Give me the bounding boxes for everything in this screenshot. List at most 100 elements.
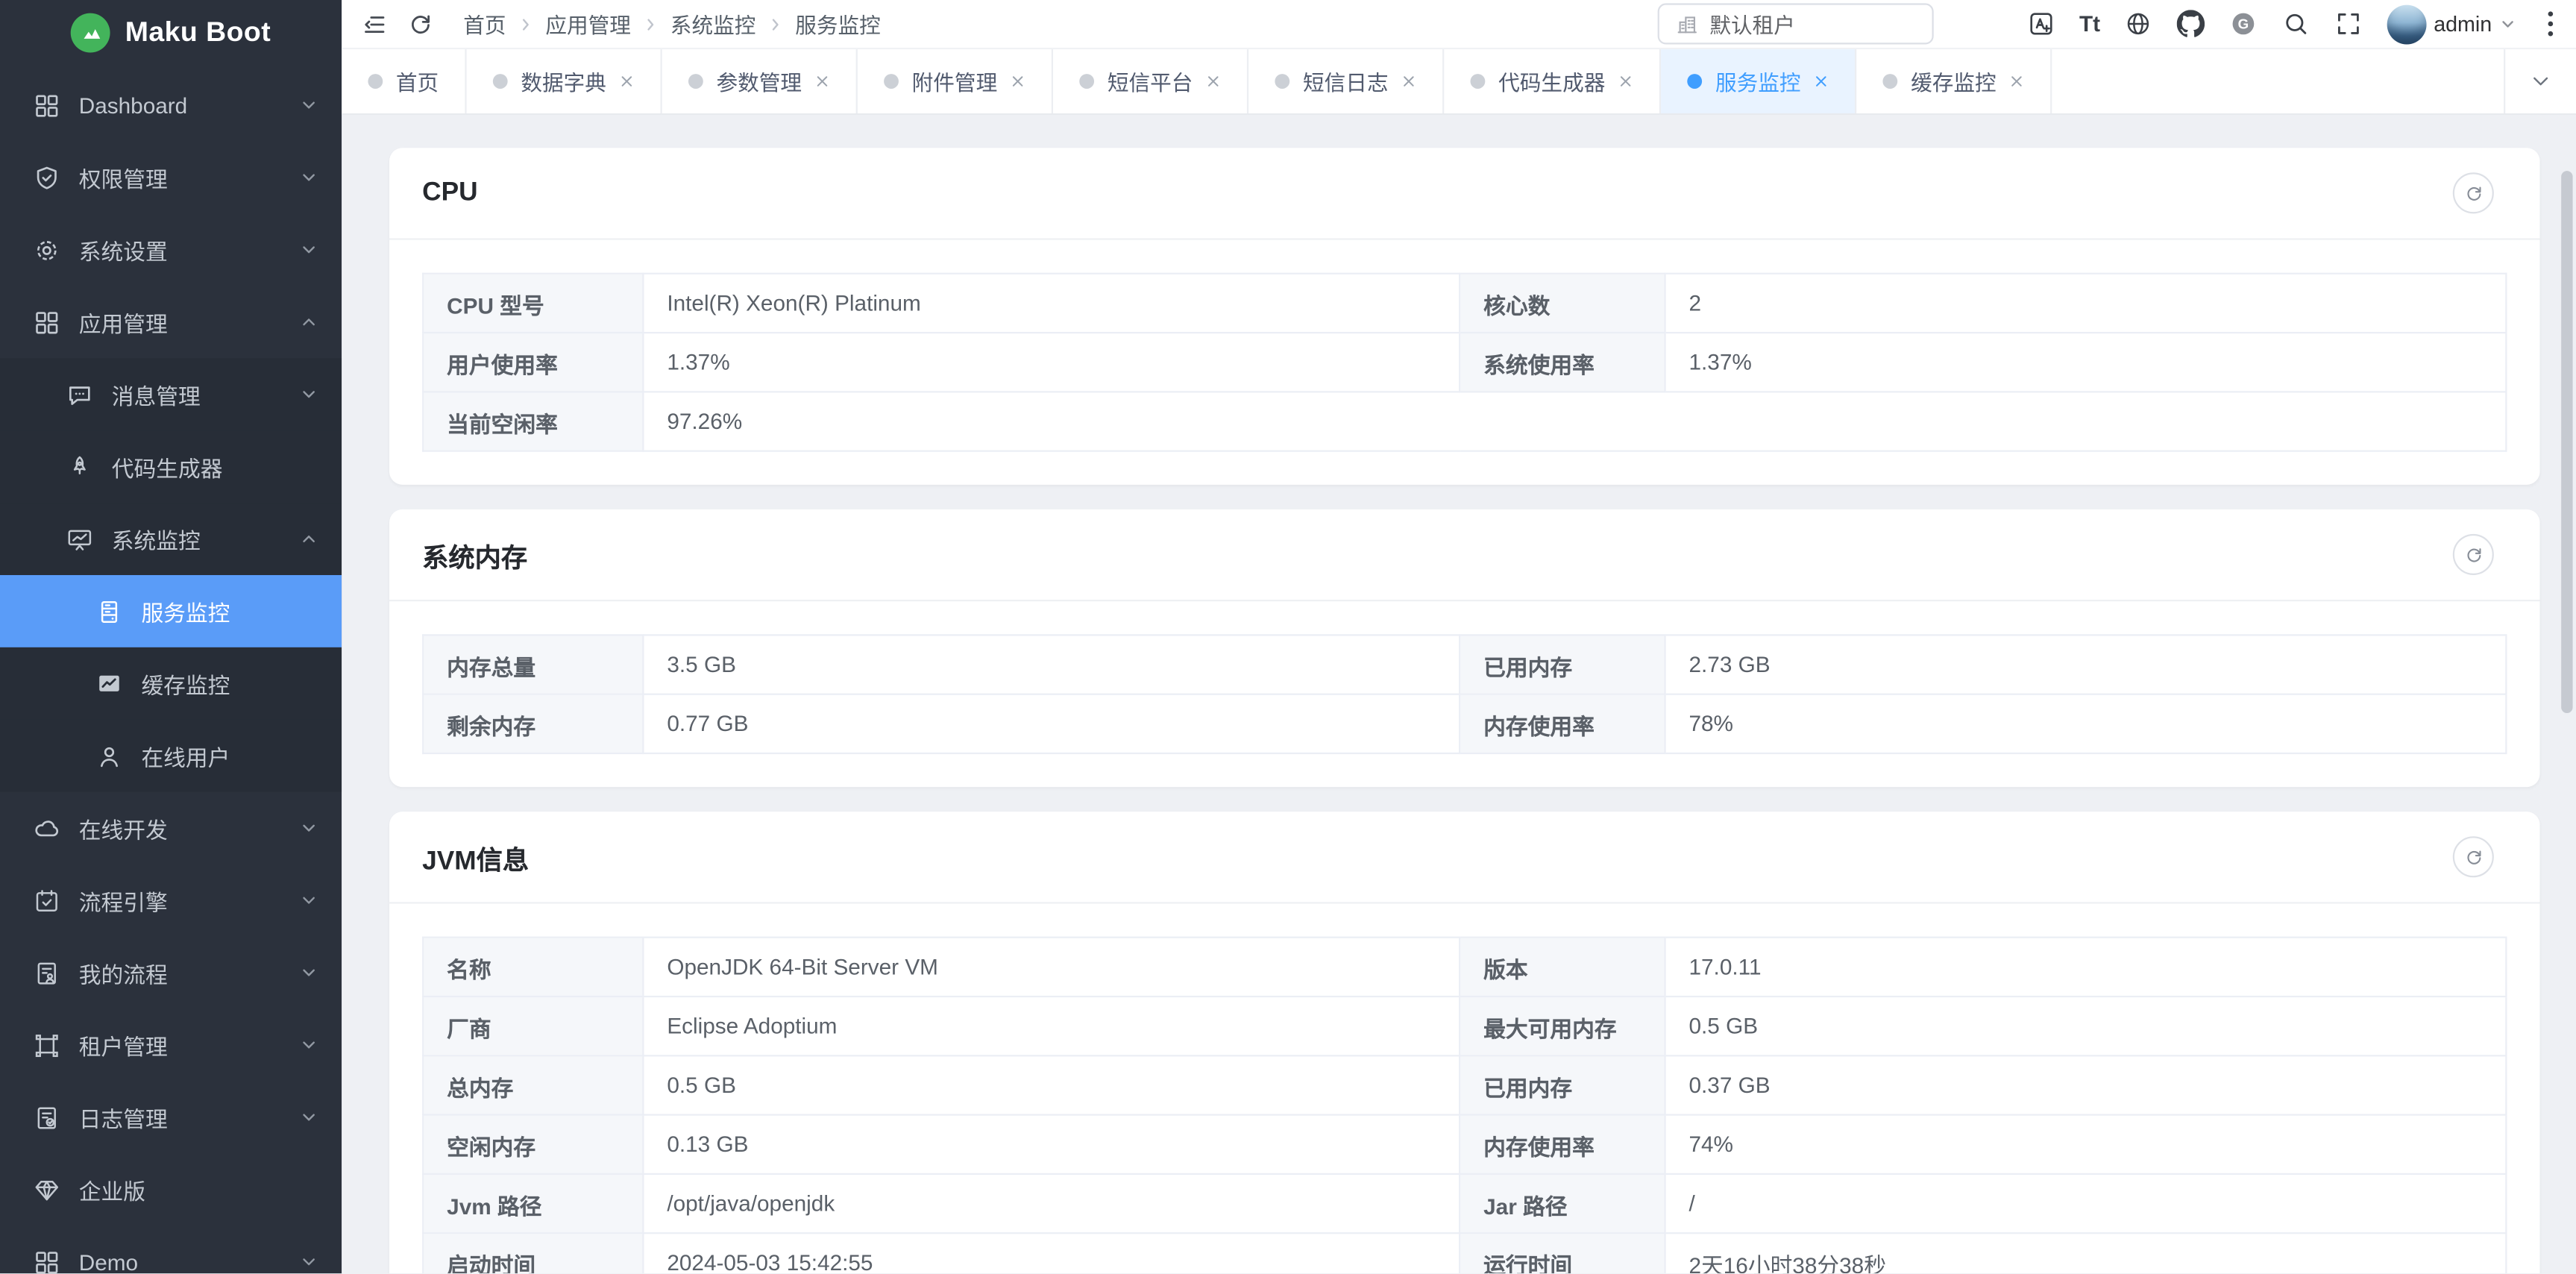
font-size-icon[interactable]: Tt (2079, 13, 2100, 35)
card-title: JVM信息 (422, 837, 2453, 876)
table-label-cell: 厂商 (423, 997, 643, 1055)
search-icon[interactable] (2283, 10, 2310, 37)
sidebar-item-cache-monitor[interactable]: 缓存监控 (0, 647, 342, 720)
tab-sms-platform[interactable]: 短信平台 (1053, 49, 1248, 113)
tab-dot (368, 74, 383, 89)
sidebar-item-code-generator[interactable]: 代码生成器 (0, 430, 342, 503)
close-icon[interactable] (1011, 74, 1025, 89)
tab-label: 数据字典 (521, 66, 606, 97)
frame-icon (33, 1031, 60, 1058)
card-body: CPU 型号 Intel(R) Xeon(R) Platinum 核心数 2 用… (389, 240, 2539, 485)
card-refresh-button[interactable] (2453, 534, 2494, 575)
table-row: 名称 OpenJDK 64-Bit Server VM 版本 17.0.11 (423, 938, 2506, 997)
table-value-cell: 2 (1665, 274, 2507, 333)
close-icon[interactable] (1401, 74, 1416, 89)
table-value-cell: 2天16小时38分38秒 (1665, 1233, 2507, 1273)
table-label-cell: 已用内存 (1460, 1055, 1665, 1114)
table-label-cell: 内存使用率 (1460, 694, 1665, 753)
table-row: Jvm 路径 /opt/java/openjdk Jar 路径 / (423, 1174, 2506, 1233)
caret-down-icon (2498, 15, 2516, 33)
translate-icon[interactable] (2026, 10, 2054, 37)
github-icon[interactable] (2178, 10, 2205, 37)
sidebar-menu: Dashboard 权限管理 系统设置 应用管理 消息管理 (0, 69, 342, 1274)
card-refresh-button[interactable] (2453, 172, 2494, 213)
chevron-right-icon (642, 16, 659, 32)
memory-table: 内存总量 3.5 GB 已用内存 2.73 GB 剩余内存 0.77 GB 内存… (422, 634, 2507, 754)
table-value-cell: Eclipse Adoptium (643, 997, 1460, 1055)
tab-service-monitor[interactable]: 服务监控 (1661, 49, 1856, 113)
close-icon[interactable] (620, 74, 635, 89)
fold-icon[interactable] (362, 10, 388, 37)
close-icon[interactable] (815, 74, 830, 89)
sidebar-item-label: 在线用户 (141, 739, 318, 772)
tab-home[interactable]: 首页 (342, 49, 466, 113)
tab-dot (688, 74, 703, 89)
app-title: Maku Boot (125, 16, 271, 49)
close-icon[interactable] (2009, 74, 2024, 89)
tab-label: 短信日志 (1303, 66, 1389, 97)
tab-label: 参数管理 (716, 66, 802, 97)
app-logo: Maku Boot (0, 0, 342, 66)
sidebar-item-log-management[interactable]: 日志管理 (0, 1081, 342, 1153)
breadcrumb-item[interactable]: 系统监控 (670, 8, 756, 40)
tab-dot (884, 74, 899, 89)
monitor-chart-icon (66, 525, 93, 553)
tab-sms-log[interactable]: 短信日志 (1248, 49, 1444, 113)
sidebar-item-system-settings[interactable]: 系统设置 (0, 213, 342, 286)
tab-code-generator[interactable]: 代码生成器 (1444, 49, 1661, 113)
sidebar-item-online-dev[interactable]: 在线开发 (0, 792, 342, 865)
chevron-down-icon (299, 1108, 318, 1127)
sidebar-item-app-management[interactable]: 应用管理 (0, 286, 342, 358)
sidebar-item-service-monitor[interactable]: 服务监控 (0, 575, 342, 647)
table-value-cell: 2.73 GB (1665, 635, 2507, 694)
app-root: Maku Boot Dashboard 权限管理 系统设置 应用管理 (0, 0, 2576, 1273)
sidebar-item-workflow-engine[interactable]: 流程引擎 (0, 865, 342, 937)
close-icon[interactable] (1814, 74, 1829, 89)
tab-dropdown-chevron-icon[interactable] (2504, 49, 2576, 113)
card-title: CPU (422, 178, 2453, 208)
card-refresh-button[interactable] (2453, 836, 2494, 877)
cloud-icon (33, 814, 60, 841)
table-label-cell: Jvm 路径 (423, 1174, 643, 1233)
sidebar-item-my-workflow[interactable]: 我的流程 (0, 937, 342, 1009)
table-label-cell: 内存总量 (423, 635, 643, 694)
breadcrumb-item[interactable]: 首页 (463, 8, 506, 40)
sidebar-item-message-management[interactable]: 消息管理 (0, 358, 342, 430)
tab-dot (1079, 74, 1094, 89)
breadcrumb-item[interactable]: 服务监控 (795, 8, 881, 40)
gear-icon (33, 236, 60, 263)
sidebar-item-dashboard[interactable]: Dashboard (0, 69, 342, 142)
page-scrollbar-thumb[interactable] (2561, 171, 2572, 713)
sidebar-item-enterprise[interactable]: 企业版 (0, 1153, 342, 1226)
gitee-icon[interactable]: G (2230, 10, 2258, 37)
tenant-select[interactable]: 默认租户 (1657, 3, 1933, 44)
logo-mountain-icon (71, 13, 110, 53)
rocket-icon (66, 453, 93, 480)
avatar[interactable] (2388, 4, 2428, 44)
close-icon[interactable] (1206, 74, 1221, 89)
globe-icon[interactable] (2125, 10, 2152, 37)
chevron-up-icon (299, 313, 318, 332)
close-icon[interactable] (1618, 74, 1633, 89)
sidebar-item-permissions[interactable]: 权限管理 (0, 141, 342, 213)
refresh-icon[interactable] (407, 10, 433, 37)
sidebar-item-online-users[interactable]: 在线用户 (0, 720, 342, 792)
office-building-icon (1675, 13, 1698, 36)
breadcrumb-item[interactable]: 应用管理 (545, 8, 631, 40)
more-vertical-icon[interactable] (2541, 8, 2560, 39)
table-label-cell: 用户使用率 (423, 333, 643, 392)
cpu-table: CPU 型号 Intel(R) Xeon(R) Platinum 核心数 2 用… (422, 273, 2507, 452)
sidebar-item-tenant-management[interactable]: 租户管理 (0, 1009, 342, 1082)
sidebar-item-demo[interactable]: Demo (0, 1226, 342, 1273)
sidebar-item-system-monitor[interactable]: 系统监控 (0, 503, 342, 575)
calendar-check-icon (33, 886, 60, 914)
tab-parameter-management[interactable]: 参数管理 (662, 49, 858, 113)
fullscreen-icon[interactable] (2335, 10, 2363, 37)
tab-data-dictionary[interactable]: 数据字典 (467, 49, 662, 113)
chevron-down-icon (299, 818, 318, 838)
table-value-cell: 1.37% (1665, 333, 2507, 392)
user-menu[interactable]: admin (2388, 4, 2517, 44)
page-content: CPU CPU 型号 Intel(R) Xeon(R) Platinum 核心数… (342, 115, 2576, 1273)
tab-cache-monitor[interactable]: 缓存监控 (1856, 49, 2052, 113)
tab-attachment-management[interactable]: 附件管理 (858, 49, 1053, 113)
